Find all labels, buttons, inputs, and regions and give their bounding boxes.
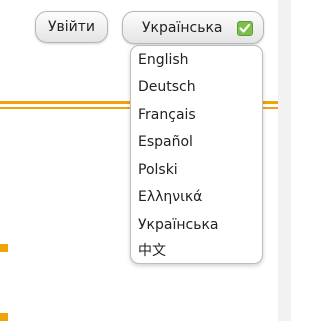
language-option-chinese[interactable]: 中文 <box>138 242 166 260</box>
accent-marker <box>0 313 8 321</box>
language-option-espanol[interactable]: Español <box>138 133 193 151</box>
accent-marker <box>0 244 8 252</box>
language-option-ukrainian[interactable]: Українська <box>138 216 218 234</box>
language-select-value: Українська <box>142 19 223 36</box>
login-button-label: Увійти <box>47 19 96 35</box>
login-button[interactable]: Увійти <box>35 11 108 43</box>
check-icon <box>237 21 253 36</box>
language-option-deutsch[interactable]: Deutsch <box>138 78 196 96</box>
language-option-greek[interactable]: Ελληνικά <box>138 188 202 206</box>
language-option-english[interactable]: English <box>138 51 189 69</box>
language-select[interactable]: Українська <box>122 11 264 44</box>
language-option-polski[interactable]: Polski <box>138 161 178 179</box>
language-option-francais[interactable]: Français <box>138 106 196 124</box>
language-dropdown: English Deutsch Français Español Polski … <box>130 45 263 264</box>
side-panel <box>278 0 291 321</box>
